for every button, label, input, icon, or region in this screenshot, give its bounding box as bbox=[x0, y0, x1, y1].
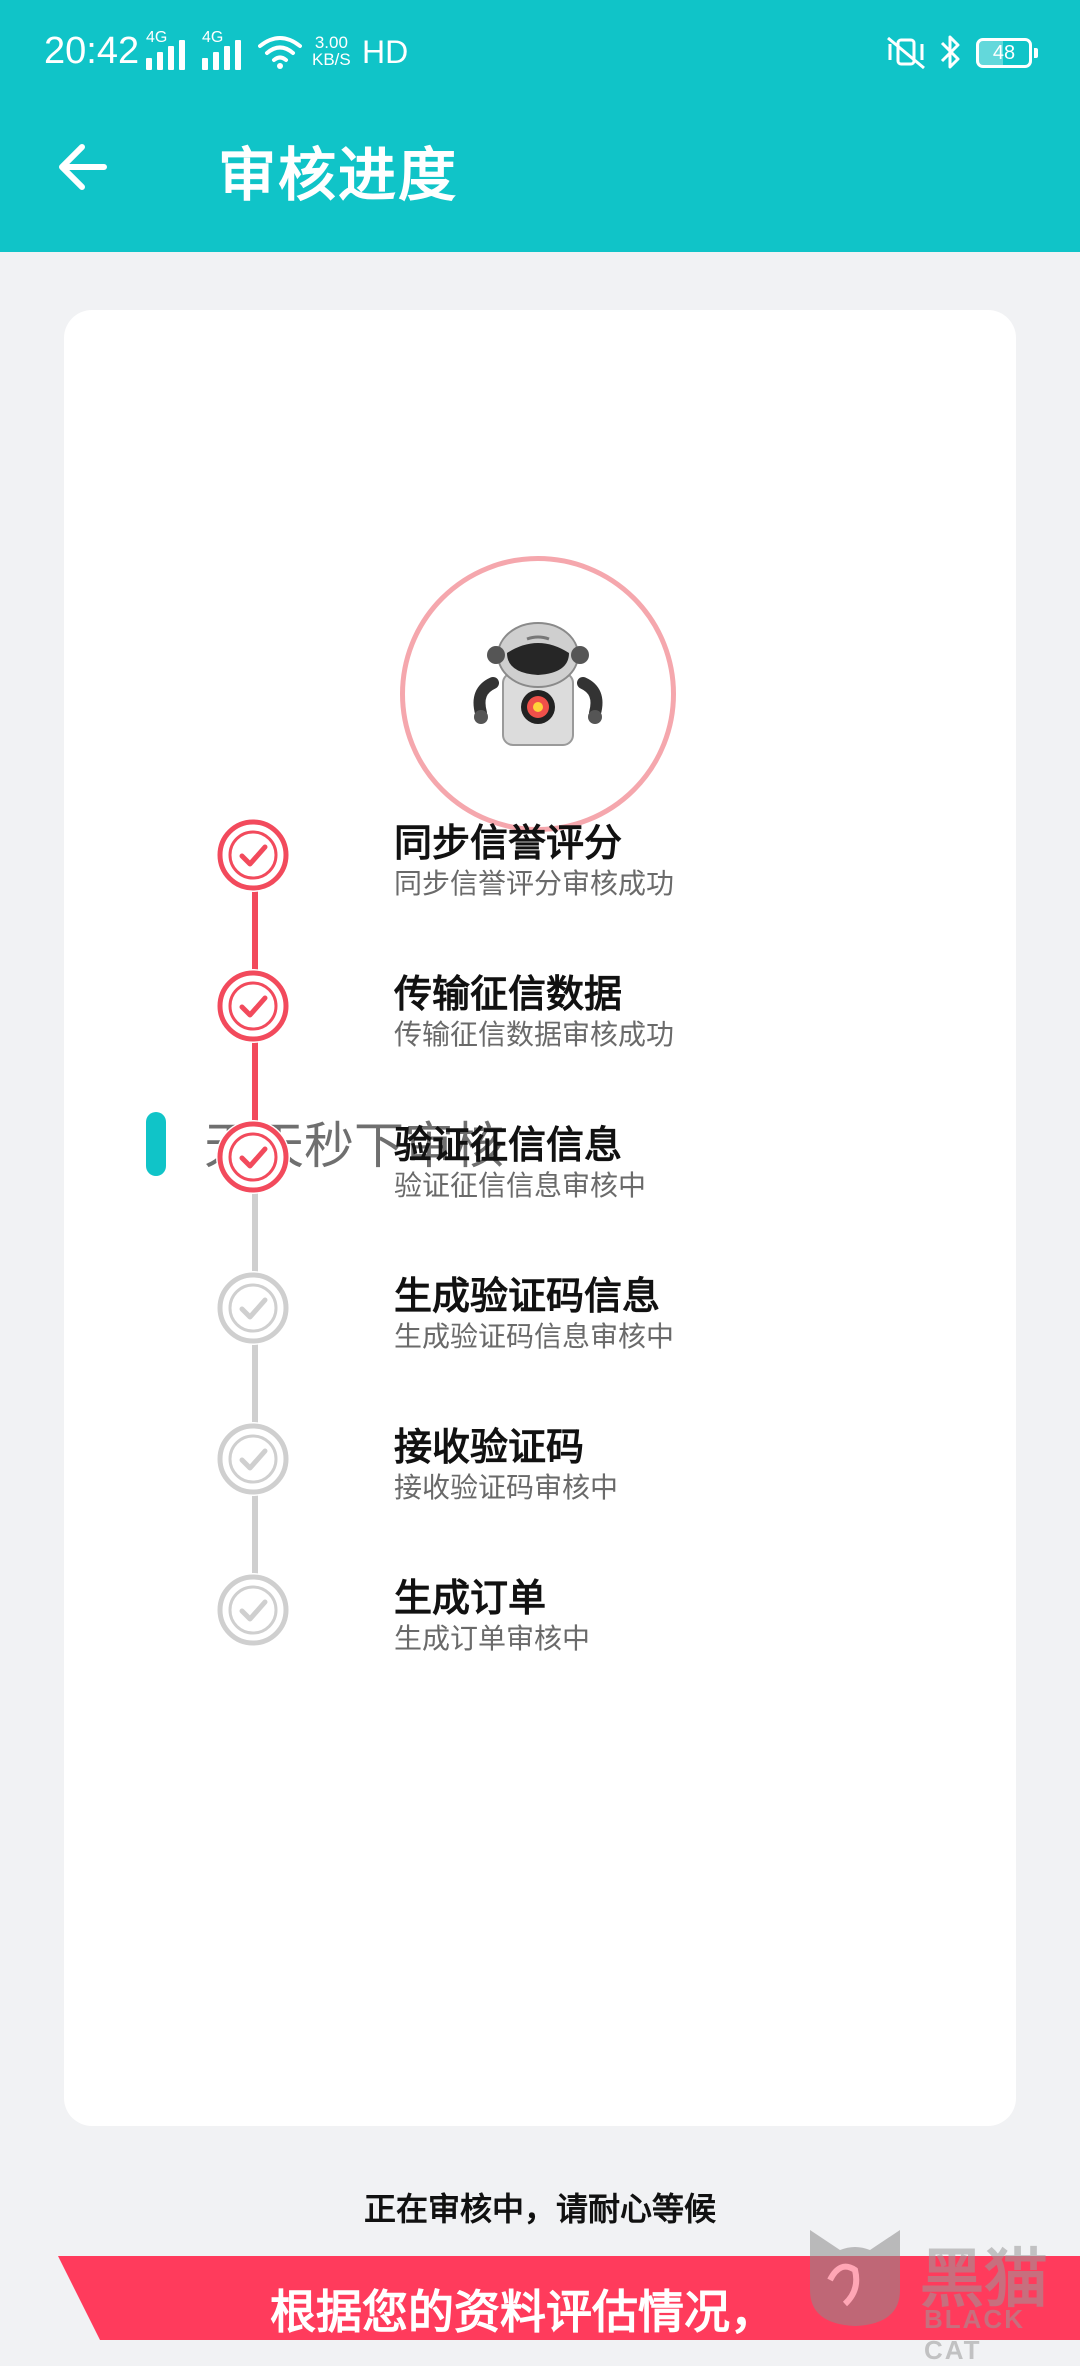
section-accent-bar bbox=[146, 1112, 166, 1176]
watermark-subtext: BLACK CAT bbox=[924, 2304, 1025, 2365]
step-title: 同步信誉评分 bbox=[394, 821, 623, 865]
step-title: 传输征信数据 bbox=[394, 972, 623, 1016]
progress-step: 接收验证码 接收验证码审核中 bbox=[216, 1422, 916, 1512]
robot-avatar bbox=[400, 556, 676, 832]
step-subtitle: 生成验证码信息审核中 bbox=[394, 1320, 675, 1353]
status-time: 20:42 bbox=[44, 30, 140, 72]
speed-value: 3.00 bbox=[314, 33, 348, 52]
progress-step: 生成订单 生成订单审核中 bbox=[216, 1573, 916, 1663]
progress-step: 生成验证码信息 生成验证码信息审核中 bbox=[216, 1271, 916, 1361]
step-subtitle: 生成订单审核中 bbox=[394, 1622, 591, 1655]
page-title: 审核进度 bbox=[218, 141, 459, 209]
battery-icon: 48 bbox=[976, 38, 1038, 68]
review-card: 天天秒下审核 同步信誉评分 同步信誉评分审核成功 传输征信数据 传输征信数据审核成功验… bbox=[64, 310, 1016, 2126]
progress-step: 验证征信信息 验证征信信息审核中 bbox=[216, 1120, 916, 1210]
network-speed: 3.00 KB/S bbox=[312, 34, 351, 68]
check-circle-icon bbox=[216, 818, 290, 892]
step-subtitle: 传输征信数据审核成功 bbox=[394, 1018, 675, 1051]
battery-level: 48 bbox=[992, 42, 1016, 64]
progress-step: 传输征信数据 传输征信数据审核成功 bbox=[216, 969, 916, 1059]
robot-icon bbox=[473, 622, 603, 746]
step-subtitle: 验证征信信息审核中 bbox=[394, 1169, 647, 1202]
vibrate-off-icon bbox=[887, 36, 925, 70]
step-title: 生成验证码信息 bbox=[394, 1274, 661, 1318]
bluetooth-icon bbox=[940, 35, 960, 69]
wifi-icon bbox=[258, 36, 302, 69]
check-circle-icon bbox=[216, 1573, 290, 1647]
step-title: 接收验证码 bbox=[394, 1425, 585, 1469]
step-subtitle: 同步信誉评分审核成功 bbox=[394, 867, 675, 900]
step-title: 生成订单 bbox=[394, 1576, 547, 1620]
check-circle-icon bbox=[216, 1120, 290, 1194]
step-subtitle: 接收验证码审核中 bbox=[394, 1471, 619, 1504]
speed-unit: KB/S bbox=[312, 50, 351, 69]
back-arrow-icon[interactable] bbox=[48, 132, 118, 202]
step-title: 验证征信信息 bbox=[394, 1123, 623, 1167]
app-header: 20:42 4G 4G 3.00 KB/S HD 48 审核进度 bbox=[0, 0, 1080, 252]
progress-step: 同步信誉评分 同步信誉评分审核成功 bbox=[216, 818, 916, 908]
check-circle-icon bbox=[216, 1422, 290, 1496]
banner-text: 根据您的资料评估情况， bbox=[270, 2285, 776, 2339]
check-circle-icon bbox=[216, 1271, 290, 1345]
signal-bars-2-icon bbox=[202, 38, 241, 70]
status-bar: 20:42 4G 4G 3.00 KB/S HD 48 bbox=[0, 0, 1080, 100]
black-cat-logo-icon bbox=[810, 2230, 900, 2326]
hd-label: HD bbox=[362, 34, 409, 70]
check-circle-icon bbox=[216, 969, 290, 1043]
watermark: 黑猫 BLACK CAT bbox=[800, 2220, 1080, 2365]
signal-bars-1-icon bbox=[146, 38, 185, 70]
